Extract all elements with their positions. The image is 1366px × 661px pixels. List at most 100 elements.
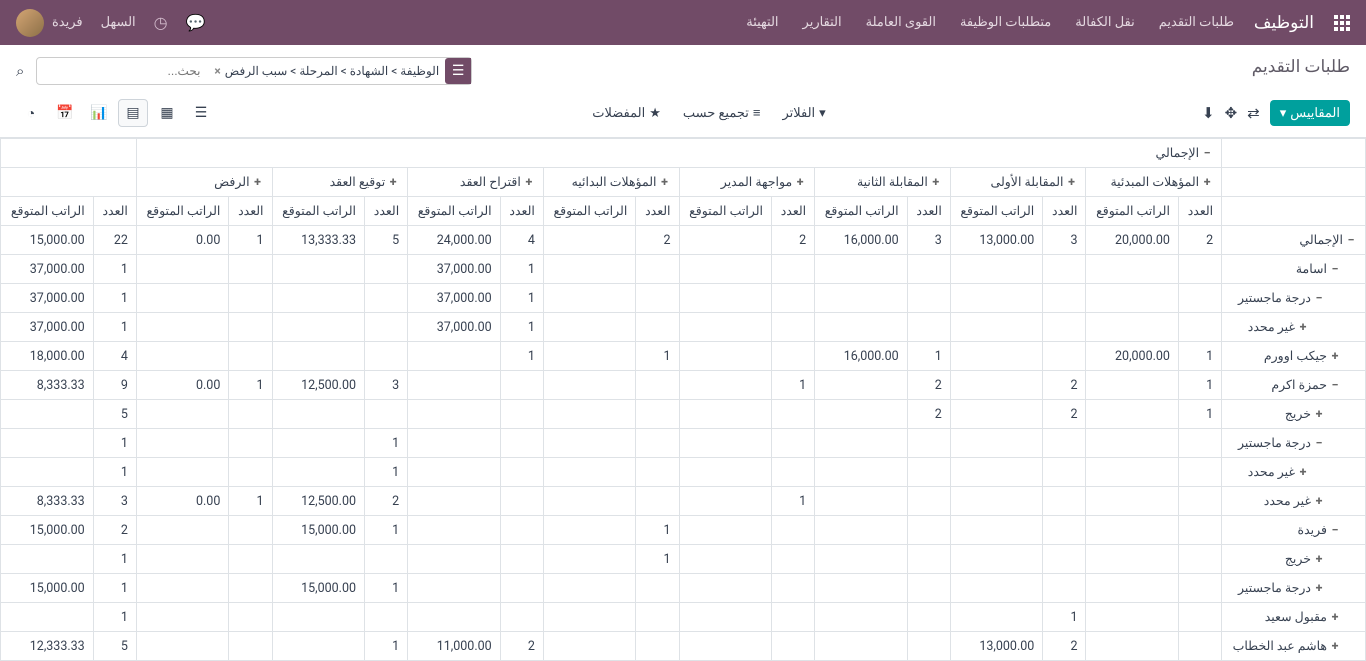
pivot-cell[interactable]: 0.00 <box>136 371 228 400</box>
pivot-cell[interactable] <box>636 458 679 487</box>
pivot-cell[interactable] <box>543 516 635 545</box>
pivot-total-cell[interactable] <box>1 458 94 487</box>
pivot-cell[interactable] <box>543 284 635 313</box>
pivot-cell[interactable]: 1 <box>771 487 814 516</box>
pivot-cell[interactable] <box>1178 516 1221 545</box>
view-activity-icon[interactable]: ◔ <box>16 99 46 127</box>
pivot-cell[interactable]: 12,500.00 <box>272 487 364 516</box>
row-header[interactable]: −درجة ماجستير <box>1222 284 1366 313</box>
pivot-cell[interactable]: 37,000.00 <box>408 284 500 313</box>
clock-icon[interactable]: ◷ <box>154 13 168 32</box>
pivot-cell[interactable]: 13,333.33 <box>272 226 364 255</box>
pivot-total-cell[interactable]: 22 <box>93 226 136 255</box>
pivot-cell[interactable] <box>636 313 679 342</box>
pivot-cell[interactable] <box>679 458 771 487</box>
pivot-cell[interactable]: 1 <box>1178 371 1221 400</box>
view-kanban-icon[interactable]: ▦ <box>152 99 182 127</box>
chat-icon[interactable]: 💬 <box>186 13 206 32</box>
pivot-cell[interactable] <box>815 603 907 632</box>
flip-axis-icon[interactable]: ⇄ <box>1247 104 1260 122</box>
pivot-cell[interactable]: 20,000.00 <box>1086 342 1178 371</box>
search-input[interactable] <box>37 60 208 82</box>
pivot-cell[interactable] <box>907 255 950 284</box>
row-header[interactable]: +جيكب اوورم <box>1222 342 1366 371</box>
pivot-cell[interactable] <box>907 429 950 458</box>
pivot-cell[interactable]: 1 <box>636 342 679 371</box>
pivot-total-cell[interactable] <box>1 400 94 429</box>
pivot-cell[interactable] <box>500 603 543 632</box>
pivot-cell[interactable] <box>500 429 543 458</box>
pivot-cell[interactable] <box>815 429 907 458</box>
pivot-cell[interactable] <box>1086 632 1178 661</box>
col-group-header[interactable]: +المقابلة الثانية <box>815 168 951 197</box>
pivot-cell[interactable]: 1 <box>365 429 408 458</box>
pivot-cell[interactable] <box>408 400 500 429</box>
search-toggle-icon[interactable]: ☰ <box>445 58 471 84</box>
pivot-cell[interactable]: 2 <box>365 487 408 516</box>
pivot-cell[interactable] <box>543 226 635 255</box>
col-group-header[interactable]: +مواجهة المدير <box>679 168 815 197</box>
col-group-header[interactable]: +الرفض <box>136 168 272 197</box>
pivot-total-cell[interactable]: 15,000.00 <box>1 516 94 545</box>
pivot-cell[interactable] <box>1043 342 1086 371</box>
pivot-cell[interactable] <box>1178 545 1221 574</box>
pivot-cell[interactable] <box>815 516 907 545</box>
pivot-cell[interactable] <box>365 603 408 632</box>
pivot-cell[interactable]: 0.00 <box>136 226 228 255</box>
pivot-cell[interactable]: 1 <box>365 574 408 603</box>
pivot-cell[interactable] <box>950 516 1042 545</box>
pivot-cell[interactable] <box>272 400 364 429</box>
pivot-cell[interactable]: 11,000.00 <box>408 632 500 661</box>
pivot-total-cell[interactable]: 15,000.00 <box>1 226 94 255</box>
pivot-cell[interactable] <box>136 603 228 632</box>
pivot-cell[interactable]: 1 <box>907 342 950 371</box>
pivot-cell[interactable] <box>636 632 679 661</box>
pivot-cell[interactable] <box>136 574 228 603</box>
pivot-total-cell[interactable]: 37,000.00 <box>1 284 94 313</box>
pivot-cell[interactable]: 1 <box>500 342 543 371</box>
pivot-cell[interactable]: 2 <box>1043 371 1086 400</box>
download-icon[interactable]: ⬇ <box>1202 104 1215 122</box>
pivot-cell[interactable]: 2 <box>771 226 814 255</box>
pivot-cell[interactable] <box>408 603 500 632</box>
pivot-cell[interactable] <box>500 458 543 487</box>
row-header[interactable]: +مقبول سعيد <box>1222 603 1366 632</box>
pivot-cell[interactable] <box>229 574 272 603</box>
pivot-cell[interactable] <box>636 487 679 516</box>
pivot-cell[interactable]: 1 <box>500 313 543 342</box>
pivot-cell[interactable] <box>815 371 907 400</box>
pivot-cell[interactable] <box>815 255 907 284</box>
pivot-cell[interactable] <box>500 516 543 545</box>
row-header[interactable]: +غير محدد <box>1222 487 1366 516</box>
pivot-cell[interactable] <box>543 632 635 661</box>
pivot-cell[interactable] <box>815 632 907 661</box>
pivot-cell[interactable] <box>771 255 814 284</box>
pivot-cell[interactable] <box>950 342 1042 371</box>
pivot-cell[interactable]: 1 <box>500 284 543 313</box>
pivot-cell[interactable] <box>907 545 950 574</box>
pivot-cell[interactable] <box>272 313 364 342</box>
pivot-cell[interactable] <box>1086 284 1178 313</box>
pivot-total-cell[interactable] <box>1 429 94 458</box>
pivot-cell[interactable] <box>272 255 364 284</box>
pivot-cell[interactable] <box>907 603 950 632</box>
pivot-cell[interactable]: 1 <box>229 487 272 516</box>
pivot-total-cell[interactable]: 1 <box>93 603 136 632</box>
pivot-cell[interactable] <box>1043 487 1086 516</box>
pivot-cell[interactable] <box>815 487 907 516</box>
pivot-cell[interactable] <box>1178 487 1221 516</box>
pivot-cell[interactable] <box>907 284 950 313</box>
pivot-cell[interactable] <box>408 342 500 371</box>
pivot-cell[interactable]: 0.00 <box>136 487 228 516</box>
pivot-cell[interactable] <box>136 516 228 545</box>
pivot-cell[interactable] <box>408 371 500 400</box>
pivot-cell[interactable] <box>1178 632 1221 661</box>
pivot-cell[interactable] <box>1086 371 1178 400</box>
pivot-cell[interactable] <box>950 603 1042 632</box>
pivot-cell[interactable] <box>1178 429 1221 458</box>
pivot-cell[interactable] <box>543 603 635 632</box>
groupby-button[interactable]: ≡ تجميع حسب <box>683 105 761 121</box>
pivot-cell[interactable] <box>136 255 228 284</box>
pivot-cell[interactable]: 1 <box>229 226 272 255</box>
pivot-cell[interactable] <box>1086 487 1178 516</box>
